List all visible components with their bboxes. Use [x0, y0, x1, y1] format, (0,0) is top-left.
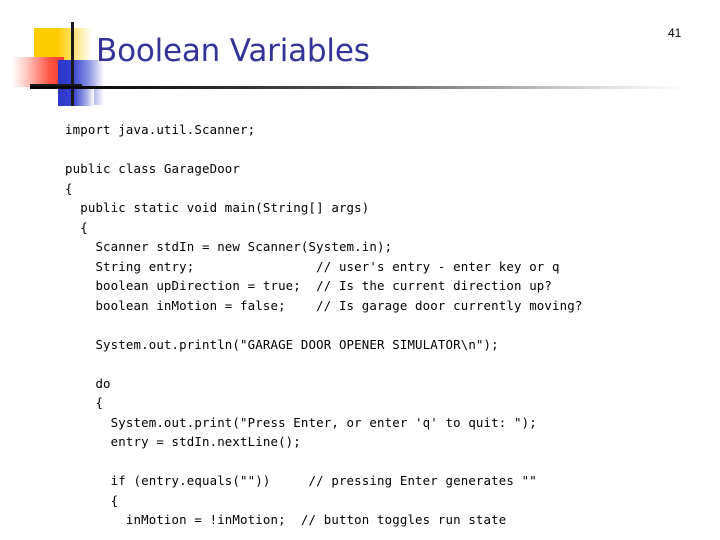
code-line: boolean upDirection = true; // Is the cu… [65, 278, 553, 293]
decorative-logo [0, 0, 104, 120]
code-line: import java.util.Scanner; [65, 122, 256, 137]
logo-blue-lower-square [58, 86, 94, 106]
slide-canvas: Boolean Variables 41 import java.util.Sc… [0, 0, 720, 540]
page-number: 41 [668, 26, 682, 40]
code-line: { [65, 180, 73, 196]
code-line: Scanner stdIn = new Scanner(System.in); [65, 239, 393, 254]
code-line: { [65, 219, 88, 235]
code-line: { [65, 492, 119, 508]
code-line: { [65, 395, 104, 410]
title-divider [30, 86, 690, 89]
code-line: do [65, 375, 111, 391]
code-listing: import java.util.Scanner; public class G… [65, 120, 705, 530]
page-title: Boolean Variables [96, 33, 370, 69]
code-line: System.out.println("GARAGE DOOR OPENER S… [65, 336, 499, 352]
code-line: entry = stdIn.nextLine(); [65, 434, 301, 449]
code-line: boolean inMotion = false; // Is garage d… [65, 297, 583, 313]
logo-vertical-line [71, 22, 74, 106]
code-line: inMotion = !inMotion; // button toggles … [65, 512, 507, 527]
code-line: public static void main(String[] args) [65, 200, 370, 215]
code-line: public class GarageDoor [65, 161, 241, 176]
code-line: System.out.print("Press Enter, or enter … [65, 414, 537, 430]
logo-red-square [12, 57, 64, 87]
code-line: String entry; // user's entry - enter ke… [65, 258, 560, 274]
code-line: if (entry.equals("")) // pressing Enter … [65, 473, 537, 488]
